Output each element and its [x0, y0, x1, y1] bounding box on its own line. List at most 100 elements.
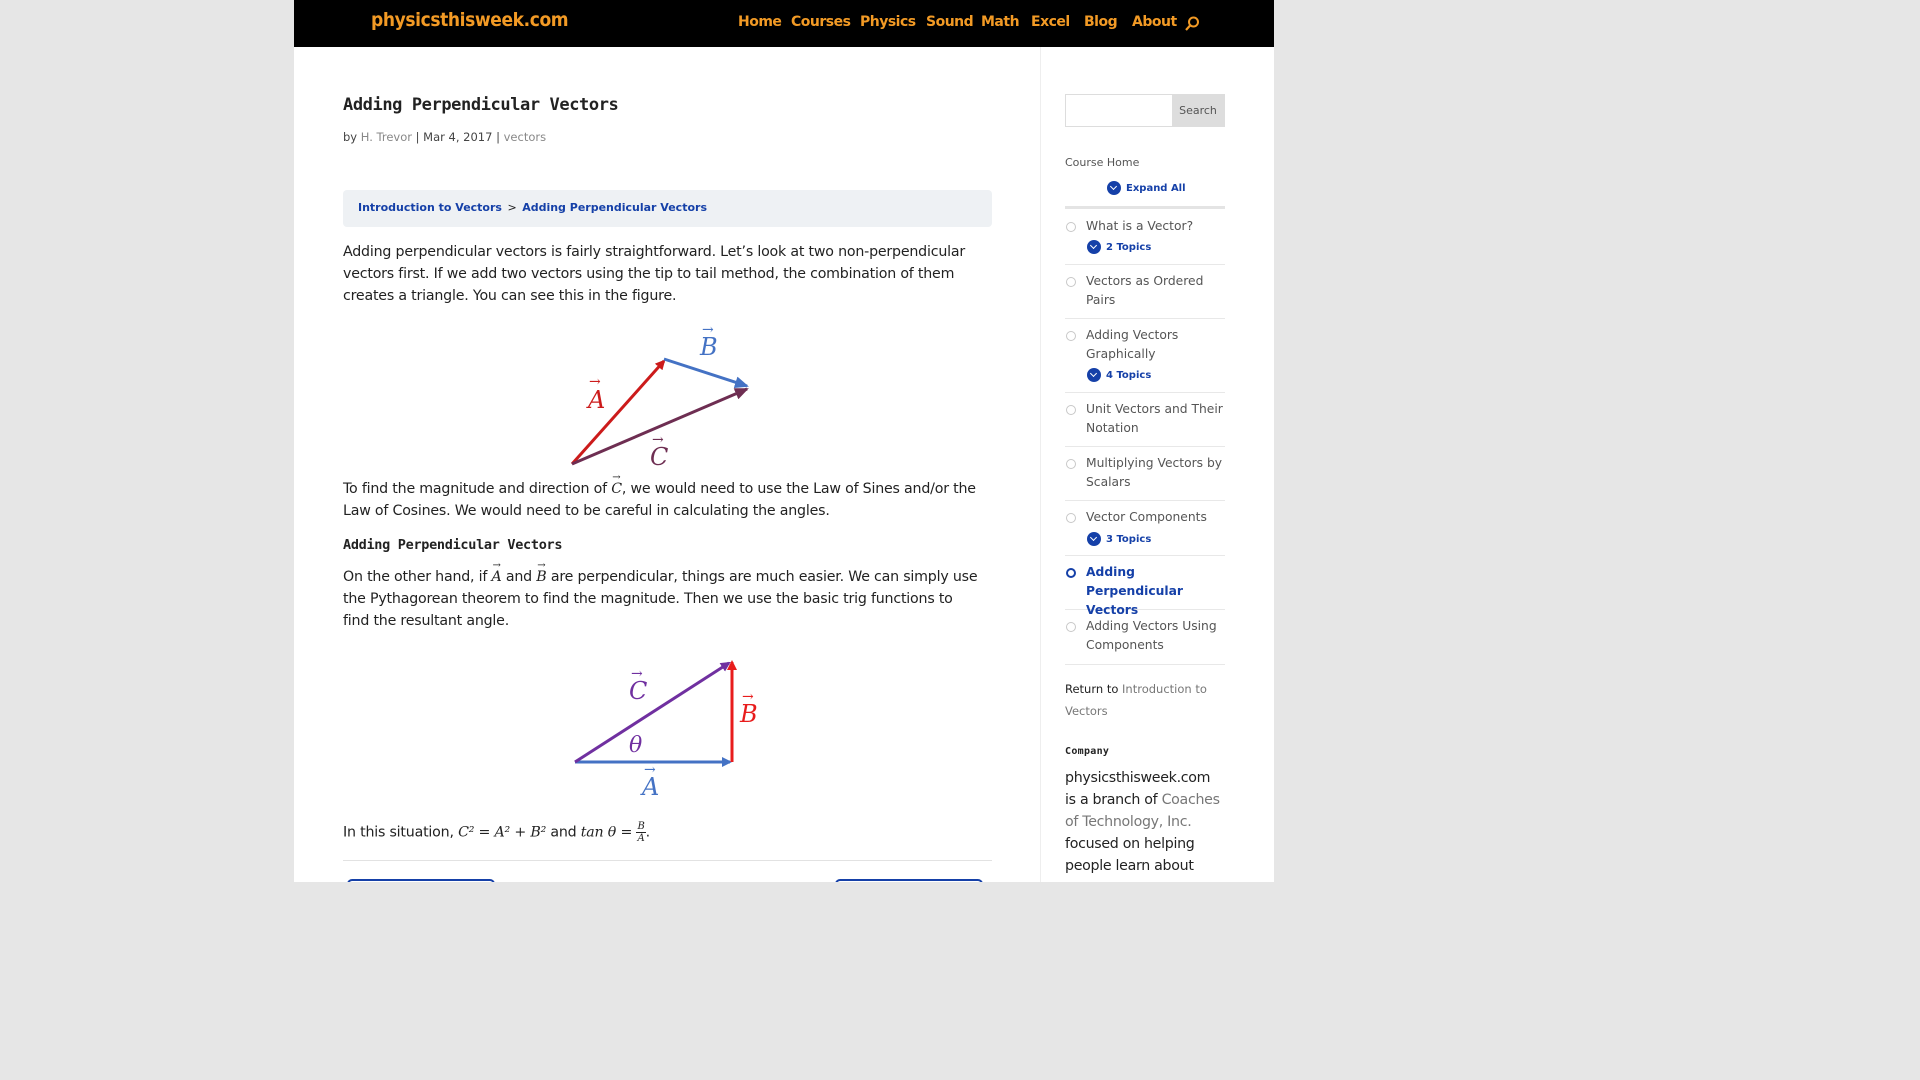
chevron-down-icon	[1107, 181, 1121, 195]
author-link[interactable]: H. Trevor	[361, 130, 412, 144]
math-vector-b: B	[536, 555, 546, 588]
search-button[interactable]: Search	[1172, 95, 1224, 126]
p3-text: and	[501, 569, 537, 585]
figure-non-perpendicular-vectors: A → B → C →	[570, 322, 749, 471]
nav-home[interactable]: Home	[738, 14, 782, 30]
status-circle-icon	[1066, 459, 1076, 469]
topics-count: 4 Topics	[1106, 370, 1152, 381]
lesson-title: Adding Vectors Graphically	[1086, 328, 1179, 361]
search-icon[interactable]	[1184, 16, 1200, 32]
breadcrumb-separator: >	[507, 201, 517, 214]
topics-count: 2 Topics	[1106, 242, 1152, 253]
meta-separator: |	[496, 130, 500, 144]
site-header: physicsthisweek.com Home Courses Physics…	[294, 0, 1274, 47]
breadcrumb-parent-link[interactable]: Introduction to Vectors	[358, 201, 502, 214]
lesson-title: Adding Vectors Using Components	[1086, 619, 1217, 652]
sidebar-divider	[1040, 47, 1041, 882]
page: physicsthisweek.com Home Courses Physics…	[294, 0, 1274, 882]
p3-text: On the other hand, if	[343, 569, 492, 585]
tangent-equation: tan θ =	[580, 824, 637, 841]
nav-physics[interactable]: Physics	[860, 14, 916, 30]
category-link[interactable]: vectors	[504, 130, 546, 144]
vector-arrow-glyph: →	[644, 762, 656, 778]
label-theta: θ	[629, 733, 642, 758]
label-a: A	[586, 386, 605, 414]
expand-all-label: Expand All	[1126, 183, 1186, 194]
lesson-title: Vector Components	[1086, 510, 1207, 524]
vector-arrow-glyph: →	[589, 374, 601, 390]
pythagorean-equation: C² = A² + B²	[458, 824, 547, 841]
status-circle-icon	[1066, 277, 1076, 287]
lesson-title: What is a Vector?	[1086, 219, 1194, 233]
lesson-item-adding-vectors-graphically[interactable]: Adding Vectors Graphically 4 Topics	[1065, 319, 1225, 393]
lesson-item-unit-vectors[interactable]: Unit Vectors and Their Notation	[1065, 393, 1225, 447]
course-home-link[interactable]: Course Home	[1065, 156, 1139, 169]
topics-count: 3 Topics	[1106, 534, 1152, 545]
status-circle-icon	[1066, 513, 1076, 523]
figure-perpendicular-vectors: C → θ B → A →	[574, 660, 758, 801]
chevron-down-icon	[1087, 368, 1101, 382]
lesson-item-vector-components[interactable]: Vector Components 3 Topics	[1065, 501, 1225, 556]
p4-text: .	[645, 824, 651, 841]
status-circle-icon	[1066, 222, 1076, 232]
equation-paragraph: In this situation, C² = A² + B² and tan …	[343, 821, 983, 844]
nav-excel[interactable]: Excel	[1031, 14, 1070, 30]
previous-lesson-button[interactable]	[347, 879, 495, 882]
lesson-item-what-is-a-vector[interactable]: What is a Vector? 2 Topics	[1065, 209, 1225, 265]
fraction: BA	[636, 821, 646, 844]
topics-toggle[interactable]: 4 Topics	[1087, 368, 1151, 382]
nav-about[interactable]: About	[1132, 14, 1177, 30]
nav-courses[interactable]: Courses	[791, 14, 851, 30]
company-text-part: focused on helping people learn about	[1065, 836, 1195, 874]
status-circle-icon	[1066, 405, 1076, 415]
post-date: Mar 4, 2017	[423, 130, 493, 144]
meta-by: by	[343, 130, 358, 144]
lesson-title: Multiplying Vectors by Scalars	[1086, 456, 1223, 489]
status-circle-icon	[1066, 622, 1076, 632]
perpendicular-paragraph: On the other hand, if A and B are perpen…	[343, 555, 983, 632]
fraction-numerator: B	[636, 821, 646, 833]
search-input[interactable]	[1066, 95, 1172, 126]
breadcrumb-current-link[interactable]: Adding Perpendicular Vectors	[522, 201, 707, 214]
site-logo[interactable]: physicsthisweek.com	[371, 9, 569, 31]
p2-text: To find the magnitude and direction of	[343, 481, 612, 497]
vector-arrow-glyph: →	[652, 432, 664, 448]
company-text: physicsthisweek.com is a branch of Coach…	[1065, 767, 1225, 877]
math-vector-a: A	[492, 555, 502, 588]
vector-arrow-glyph: →	[631, 666, 643, 682]
nav-sound[interactable]: Sound	[926, 14, 974, 30]
return-to-course: Return to Introduction to Vectors	[1065, 678, 1225, 722]
status-circle-icon	[1066, 568, 1076, 578]
lesson-title: Vectors as Ordered Pairs	[1086, 274, 1204, 307]
nav-math[interactable]: Math	[981, 14, 1020, 30]
p4-text: and	[546, 824, 581, 841]
meta-separator: |	[415, 130, 420, 144]
lesson-item-vectors-as-ordered-pairs[interactable]: Vectors as Ordered Pairs	[1065, 265, 1225, 319]
next-lesson-button[interactable]	[835, 879, 983, 882]
vector-b-arrow	[663, 357, 749, 388]
vector-arrow-glyph: →	[702, 322, 714, 338]
return-label: Return to	[1065, 682, 1119, 696]
math-vector-c: C	[611, 467, 622, 500]
topics-toggle[interactable]: 3 Topics	[1087, 532, 1151, 546]
topics-toggle[interactable]: 2 Topics	[1087, 240, 1151, 254]
lesson-title: Unit Vectors and Their Notation	[1086, 402, 1223, 435]
page-title: Adding Perpendicular Vectors	[343, 95, 619, 115]
lesson-item-multiplying-vectors[interactable]: Multiplying Vectors by Scalars	[1065, 447, 1225, 501]
content-divider	[343, 860, 992, 861]
expand-all-button[interactable]: Expand All	[1107, 181, 1186, 195]
status-circle-icon	[1066, 331, 1076, 341]
lesson-item-adding-vectors-using-components[interactable]: Adding Vectors Using Components	[1065, 610, 1225, 665]
vector-arrow-glyph: →	[742, 689, 754, 705]
nav-blog[interactable]: Blog	[1084, 14, 1118, 30]
breadcrumb: Introduction to Vectors > Adding Perpend…	[343, 190, 992, 227]
company-heading: Company	[1065, 746, 1110, 757]
post-meta: by H. Trevor | Mar 4, 2017 | vectors	[343, 130, 546, 144]
sidebar-search: Search	[1065, 94, 1225, 127]
chevron-down-icon	[1087, 532, 1101, 546]
lesson-item-adding-perpendicular-vectors[interactable]: Adding Perpendicular Vectors	[1065, 556, 1225, 617]
section-heading: Adding Perpendicular Vectors	[343, 537, 563, 553]
p4-text: In this situation,	[343, 824, 459, 841]
vector-c-arrow	[574, 661, 731, 764]
law-of-sines-paragraph: To find the magnitude and direction of C…	[343, 467, 983, 522]
